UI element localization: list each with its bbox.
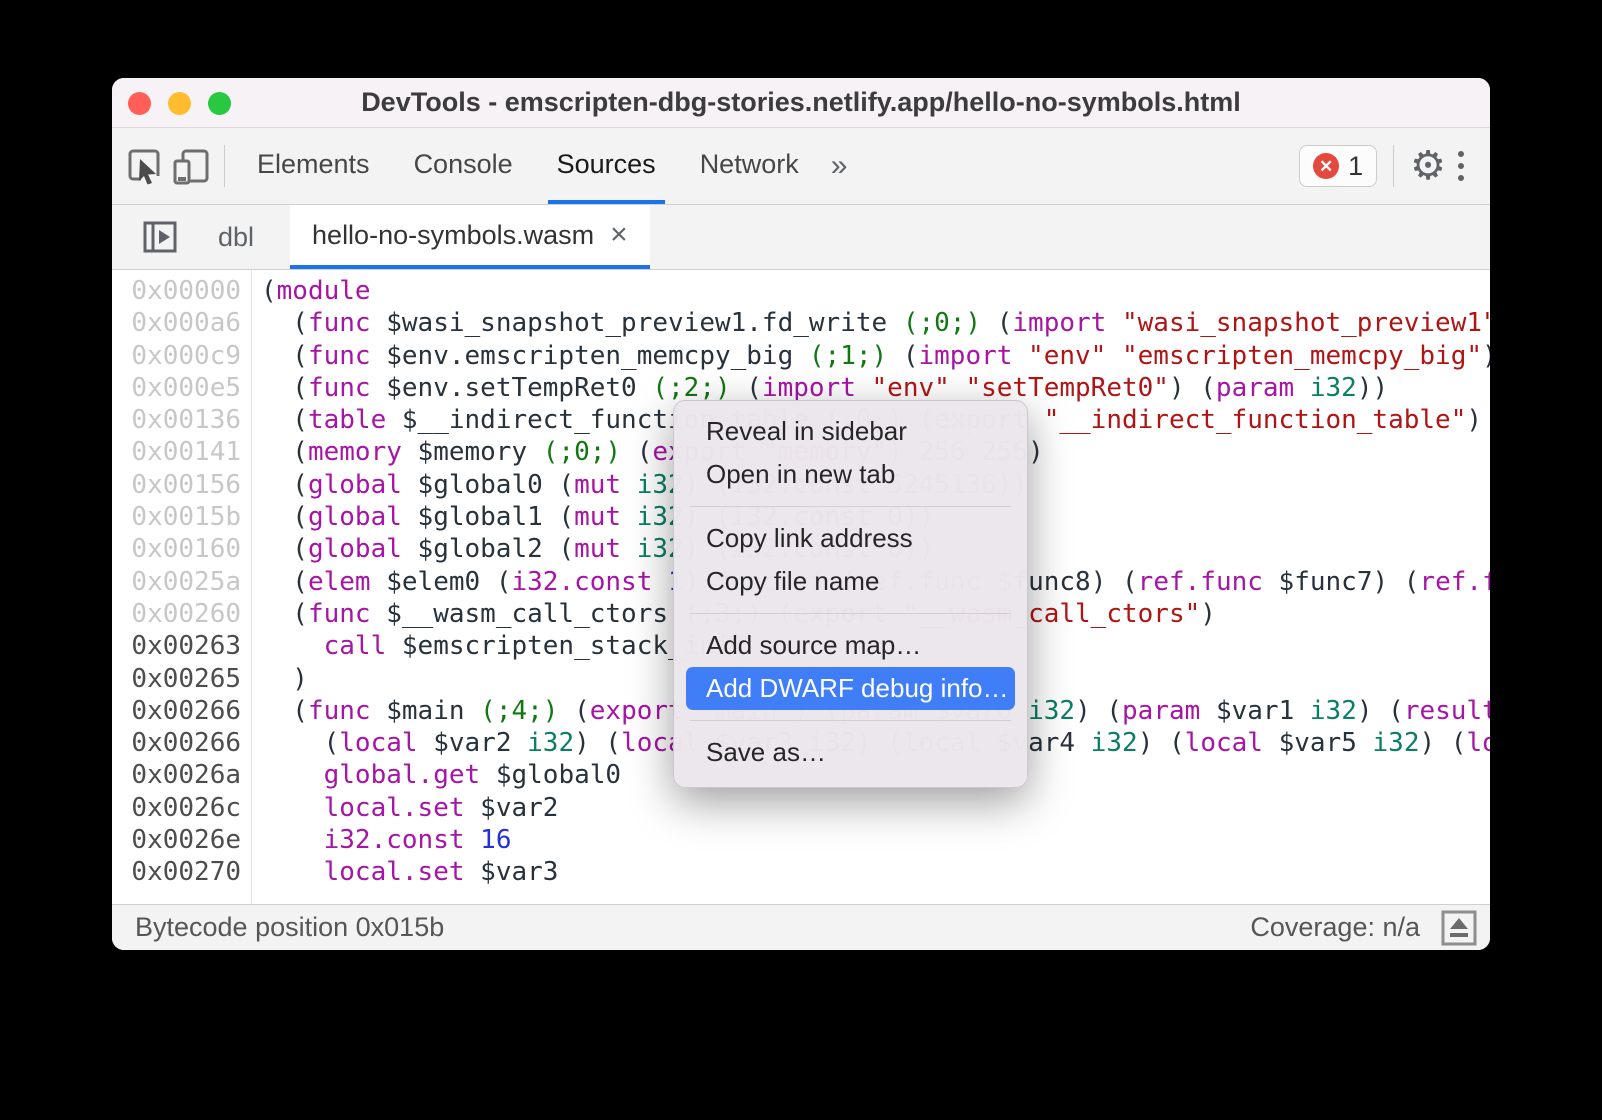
title-bar: DevTools - emscripten-dbg-stories.netlif… [112, 78, 1490, 128]
menu-separator [690, 613, 1011, 614]
file-tab-strip: dbl hello-no-symbols.wasm × [112, 205, 1490, 270]
toolbar-divider [224, 145, 225, 187]
menu-separator [690, 720, 1011, 721]
status-bar: Bytecode position 0x015b Coverage: n/a [112, 904, 1490, 950]
line-address[interactable]: 0x000e5 [112, 372, 251, 404]
line-address[interactable]: 0x00160 [112, 533, 251, 565]
coverage-label: Coverage: n/a [1250, 912, 1420, 943]
code-line: (func $env.emscripten_memcpy_big (;1;) (… [261, 340, 1490, 372]
minimize-window-button[interactable] [168, 92, 191, 115]
menu-separator [690, 506, 1011, 507]
devtools-toolbar: Elements Console Sources Network » ✕ 1 ⚙ [112, 128, 1490, 205]
menu-item-reveal-in-sidebar[interactable]: Reveal in sidebar [674, 410, 1027, 453]
traffic-lights [128, 92, 231, 115]
error-circle-icon: ✕ [1313, 153, 1339, 179]
customize-menu-icon[interactable] [1446, 151, 1476, 181]
line-address[interactable]: 0x00263 [112, 630, 251, 662]
error-count: 1 [1348, 151, 1363, 182]
line-address[interactable]: 0x0026c [112, 792, 251, 824]
menu-item-copy-file-name[interactable]: Copy file name [674, 560, 1027, 603]
line-address[interactable]: 0x00266 [112, 727, 251, 759]
panel-tabs: Elements Console Sources Network [235, 128, 821, 204]
close-tab-icon[interactable]: × [610, 220, 628, 250]
navigator-group-label[interactable]: dbl [194, 205, 290, 269]
line-address[interactable]: 0x00000 [112, 275, 251, 307]
file-tab-wasm[interactable]: hello-no-symbols.wasm × [290, 205, 650, 269]
file-tab-label: hello-no-symbols.wasm [312, 220, 594, 251]
line-address[interactable]: 0x00260 [112, 598, 251, 630]
line-address[interactable]: 0x00266 [112, 695, 251, 727]
menu-item-open-in-new-tab[interactable]: Open in new tab [674, 453, 1027, 496]
menu-item-add-source-map[interactable]: Add source map… [674, 624, 1027, 667]
expand-drawer-icon[interactable] [1440, 909, 1478, 947]
line-address[interactable]: 0x0026e [112, 824, 251, 856]
line-address[interactable]: 0x000c9 [112, 340, 251, 372]
menu-item-save-as[interactable]: Save as… [674, 731, 1027, 774]
bytecode-position-label: Bytecode position 0x015b [135, 912, 444, 943]
device-toolbar-icon[interactable] [168, 143, 214, 189]
panel-tab-network[interactable]: Network [691, 128, 808, 204]
line-address[interactable]: 0x000a6 [112, 307, 251, 339]
panel-tab-console[interactable]: Console [405, 128, 522, 204]
line-address[interactable]: 0x0025a [112, 566, 251, 598]
code-line: (func $wasi_snapshot_preview1.fd_write (… [261, 307, 1490, 339]
line-address[interactable]: 0x00141 [112, 436, 251, 468]
code-line: local.set $var2 [261, 792, 1490, 824]
line-address[interactable]: 0x0026a [112, 759, 251, 791]
panel-tab-sources[interactable]: Sources [548, 128, 665, 204]
context-menu: Reveal in sidebarOpen in new tab Copy lin… [673, 400, 1028, 788]
line-address[interactable]: 0x0015b [112, 501, 251, 533]
more-panels-icon[interactable]: » [821, 149, 858, 183]
line-address[interactable]: 0x00136 [112, 404, 251, 436]
menu-item-add-dwarf-debug-info[interactable]: Add DWARF debug info… [686, 667, 1015, 710]
address-gutter: 0x000000x000a60x000c90x000e50x001360x001… [112, 270, 252, 904]
line-address[interactable]: 0x00265 [112, 663, 251, 695]
menu-item-copy-link-address[interactable]: Copy link address [674, 517, 1027, 560]
line-address[interactable]: 0x00156 [112, 469, 251, 501]
line-address[interactable]: 0x00270 [112, 856, 251, 888]
code-line: i32.const 16 [261, 824, 1490, 856]
code-line: local.set $var3 [261, 856, 1490, 888]
close-window-button[interactable] [128, 92, 151, 115]
window-title: DevTools - emscripten-dbg-stories.netlif… [361, 87, 1241, 118]
code-line: (module [261, 275, 1490, 307]
panel-tab-elements[interactable]: Elements [248, 128, 379, 204]
settings-gear-icon[interactable]: ⚙ [1410, 146, 1446, 186]
zoom-window-button[interactable] [208, 92, 231, 115]
inspect-element-icon[interactable] [122, 143, 168, 189]
error-badge[interactable]: ✕ 1 [1299, 145, 1377, 187]
show-navigator-icon[interactable] [112, 205, 194, 269]
toolbar-divider-right [1393, 145, 1394, 187]
